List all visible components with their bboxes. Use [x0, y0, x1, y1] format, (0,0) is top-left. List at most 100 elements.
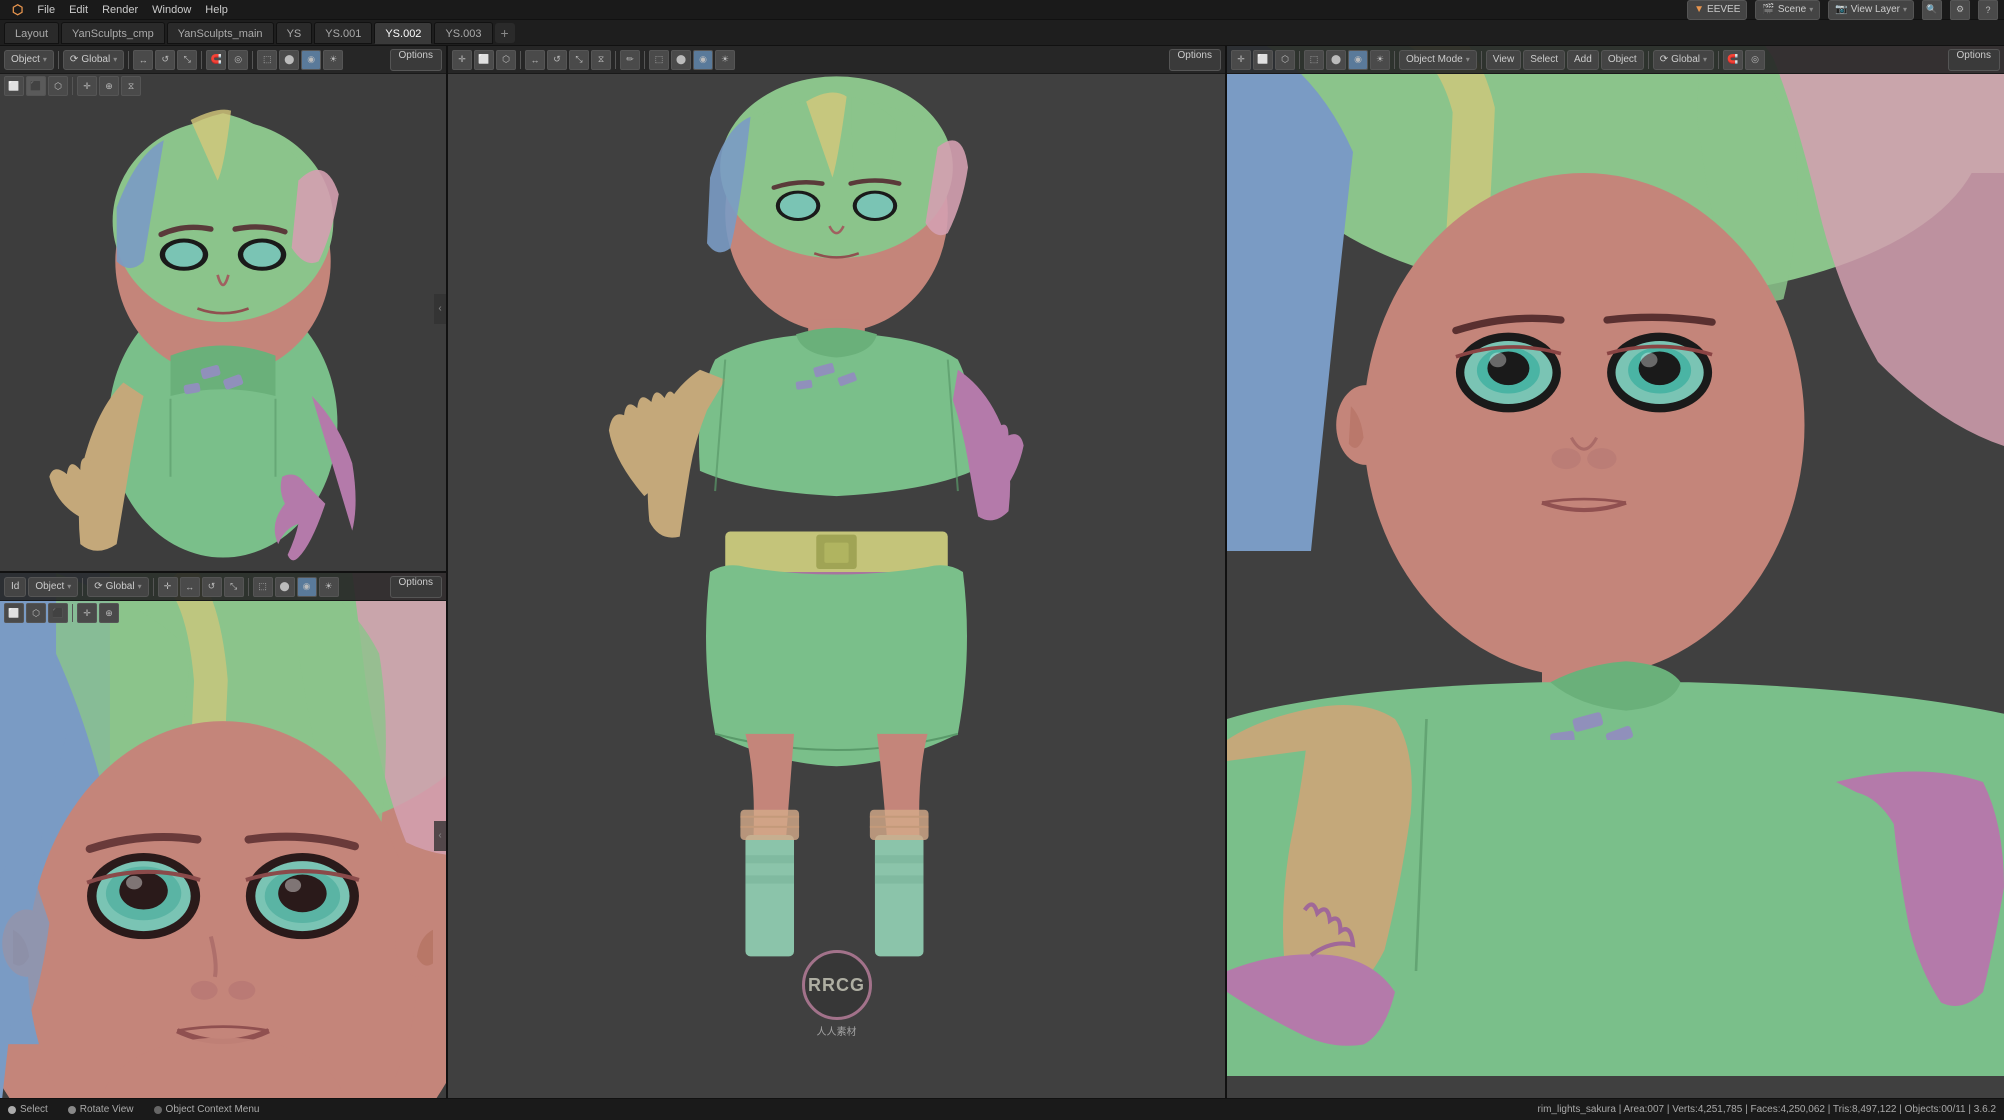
vp-tl-collapse-right[interactable]: ‹ [434, 294, 446, 324]
vp-bl-shading: ⬚ ⬤ ◉ ☀ [253, 577, 339, 597]
vp-tl-object-btn[interactable]: Object ▾ [4, 50, 54, 70]
preferences-icon[interactable]: ⚙ [1950, 0, 1970, 20]
vp-r-lasso[interactable]: ⬡ [1275, 50, 1295, 70]
select-box-icon[interactable]: ⬜ [4, 76, 24, 96]
vp-bl-scale-icon[interactable]: ⤡ [224, 577, 244, 597]
search-icon[interactable]: 🔍 [1922, 0, 1942, 20]
vp-r-cursor[interactable]: ✛ [1231, 50, 1251, 70]
vp-bl-cursor-icon[interactable]: ✛ [158, 577, 178, 597]
sep16 [1648, 51, 1649, 69]
snap-tools: 🧲 ◎ [206, 50, 248, 70]
viewport-bottom-left[interactable]: Id Object ▾ ⟳ Global ▾ ✛ ↔ ↺ ⤡ [0, 573, 446, 1098]
viewport-right[interactable]: ✛ ⬜ ⬡ ⬚ ⬤ ◉ ☀ Object Mode ▾ View [1227, 46, 2004, 1098]
sep11 [615, 51, 616, 69]
transform-icon[interactable]: ⧖ [121, 76, 141, 96]
vp-c-render[interactable]: ☀ [715, 50, 735, 70]
vp-c-annotate[interactable]: ✏ [620, 50, 640, 70]
menu-render[interactable]: Render [96, 0, 144, 20]
vp-bl-grab[interactable]: ⊕ [99, 603, 119, 623]
blender-logo[interactable]: ⬡ [6, 0, 29, 20]
vp-bl-render-icon[interactable]: ☀ [319, 577, 339, 597]
vp-bl-object-btn[interactable]: Object ▾ [28, 577, 78, 597]
vp-bl-wireframe-icon[interactable]: ⬚ [253, 577, 273, 597]
vp-bl-solid-icon[interactable]: ⬤ [275, 577, 295, 597]
viewport-center[interactable]: ✛ ⬜ ⬡ ↔ ↺ ⤡ ⧖ ✏ ⬚ ⬤ ◉ ☀ Optio [448, 46, 1227, 1098]
solid-icon[interactable]: ⬤ [279, 50, 299, 70]
scene-selector[interactable]: 🎬 Scene ▾ [1755, 0, 1820, 20]
rotate-tool-icon[interactable]: ↺ [155, 50, 175, 70]
vp-bl-select-lasso[interactable]: ⬛ [48, 603, 68, 623]
vp-c-move[interactable]: ↔ [525, 50, 545, 70]
questions-icon[interactable]: ? [1978, 0, 1998, 20]
vp-r-object-mode-btn[interactable]: Object Mode ▾ [1399, 50, 1477, 70]
tab-ys001[interactable]: YS.001 [314, 22, 372, 44]
vp-bl-collapse-right[interactable]: ‹ [434, 821, 446, 851]
vp-c-material[interactable]: ◉ [693, 50, 713, 70]
viewport-top-left[interactable]: Object ▾ ⟳ Global ▾ ↔ ↺ ⤡ 🧲 ◎ [0, 46, 446, 573]
vp-bl-cursor2[interactable]: ✛ [77, 603, 97, 623]
menu-help[interactable]: Help [199, 0, 234, 20]
vp-r-render[interactable]: ☀ [1370, 50, 1390, 70]
vp-r-select-btn[interactable]: Select [1523, 50, 1565, 70]
snap-icon[interactable]: 🧲 [206, 50, 226, 70]
vp-r-global-btn[interactable]: ⟳ Global ▾ [1653, 50, 1714, 70]
material-icon[interactable]: ◉ [301, 50, 321, 70]
vp-r-object-btn[interactable]: Object [1601, 50, 1644, 70]
vp-bl-select-box[interactable]: ⬜ [4, 603, 24, 623]
status-right-info: rim_lights_sakura | Area:007 | Verts:4,2… [1538, 1104, 1996, 1115]
vp-bl-move-icon[interactable]: ↔ [180, 577, 200, 597]
tab-ys002[interactable]: YS.002 [374, 22, 432, 44]
vp-bl-material-icon[interactable]: ◉ [297, 577, 317, 597]
tab-yanSculpts-main[interactable]: YanSculpts_main [167, 22, 274, 44]
vp-c-scale[interactable]: ⤡ [569, 50, 589, 70]
vp-bl-rotate-icon[interactable]: ↺ [202, 577, 222, 597]
vp-c-rotate[interactable]: ↺ [547, 50, 567, 70]
menu-window[interactable]: Window [146, 0, 197, 20]
select-circle-icon[interactable]: ⬛ [26, 76, 46, 96]
vp-tl-options-btn[interactable]: Options [390, 49, 442, 71]
wireframe-icon[interactable]: ⬚ [257, 50, 277, 70]
vp-right-options-btn[interactable]: Options [1948, 49, 2000, 71]
move-icon[interactable]: ⊕ [99, 76, 119, 96]
vp-r-view-btn[interactable]: View [1486, 50, 1522, 70]
tab-yanSculpts-cmp[interactable]: YanSculpts_cmp [61, 22, 165, 44]
vp-center-options-btn[interactable]: Options [1169, 49, 1221, 71]
menu-edit[interactable]: Edit [63, 0, 94, 20]
vp-c-lasso[interactable]: ⬡ [496, 50, 516, 70]
top-right-area: ▼ EEVEE 🎬 Scene ▾ 📷 View Layer ▾ 🔍 ⚙ ? [1687, 0, 1998, 20]
vp-c-transform[interactable]: ⧖ [591, 50, 611, 70]
vp-r-proportional[interactable]: ◎ [1745, 50, 1765, 70]
vp-r-snap[interactable]: 🧲 [1723, 50, 1743, 70]
vp-r-add-btn[interactable]: Add [1567, 50, 1599, 70]
vp-c-wireframe[interactable]: ⬚ [649, 50, 669, 70]
menu-file[interactable]: File [31, 0, 61, 20]
vp-bl-options-btn[interactable]: Options [390, 576, 442, 598]
vp-bl-global-btn[interactable]: ⟳ Global ▾ [87, 577, 148, 597]
shading-tools: ⬚ ⬤ ◉ ☀ [257, 50, 343, 70]
engine-selector[interactable]: ▼ EEVEE [1687, 0, 1747, 20]
scale-tool-icon[interactable]: ⤡ [177, 50, 197, 70]
vp-r-select[interactable]: ⬜ [1253, 50, 1273, 70]
tab-ys[interactable]: YS [276, 22, 313, 44]
watermark: RRCG 人人素材 [802, 950, 872, 1038]
sep8 [248, 578, 249, 596]
vp-r-wireframe[interactable]: ⬚ [1304, 50, 1324, 70]
move-tool-icon[interactable]: ↔ [133, 50, 153, 70]
vp-r-solid[interactable]: ⬤ [1326, 50, 1346, 70]
tab-ys003[interactable]: YS.003 [434, 22, 492, 44]
sep7 [153, 578, 154, 596]
vp-bl-select-circle[interactable]: ⬡ [26, 603, 46, 623]
add-tab-button[interactable]: + [495, 23, 515, 43]
vp-tl-global-btn[interactable]: ⟳ Global ▾ [63, 50, 124, 70]
vp-bl-id-btn[interactable]: Id [4, 577, 26, 597]
vp-c-select[interactable]: ⬜ [474, 50, 494, 70]
select-lasso-icon[interactable]: ⬡ [48, 76, 68, 96]
cursor-icon[interactable]: ✛ [77, 76, 97, 96]
vp-c-cursor[interactable]: ✛ [452, 50, 472, 70]
view-layer-selector[interactable]: 📷 View Layer ▾ [1828, 0, 1914, 20]
render-icon[interactable]: ☀ [323, 50, 343, 70]
proportional-icon[interactable]: ◎ [228, 50, 248, 70]
vp-r-material[interactable]: ◉ [1348, 50, 1368, 70]
tab-layout[interactable]: Layout [4, 22, 59, 44]
vp-c-solid[interactable]: ⬤ [671, 50, 691, 70]
